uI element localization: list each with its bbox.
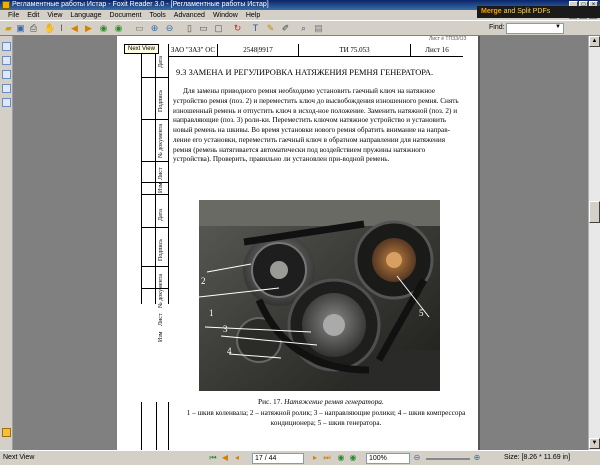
open-folder-icon[interactable]: ▰ — [3, 23, 14, 34]
body-paragraph: Для замены приводного ремня необходимо у… — [173, 87, 459, 164]
stamp-labels: Дата Подпись № документа Лист Изм Дата П… — [141, 44, 169, 342]
status-forward-icon[interactable]: ◉ — [348, 453, 358, 463]
attachments-tab-icon[interactable] — [2, 84, 11, 93]
menu-file[interactable]: File — [4, 12, 23, 19]
last-page-icon[interactable]: ⏭ — [322, 453, 332, 463]
zoom-select[interactable]: 100% — [366, 453, 410, 464]
typewriter-icon[interactable]: T — [250, 23, 261, 34]
comments-tab-icon[interactable] — [2, 98, 11, 107]
hand-tool-icon[interactable]: ✋ — [44, 23, 55, 34]
menu-document[interactable]: Document — [106, 12, 146, 19]
layers-tab-icon[interactable] — [2, 70, 11, 79]
status-next-page-icon[interactable]: ▸ — [310, 453, 320, 463]
photo-label-1: 1 — [209, 308, 214, 318]
print-icon[interactable]: ⎙ — [28, 23, 39, 34]
bookmarks-tab-icon[interactable] — [2, 42, 11, 51]
status-prev-page-icon[interactable]: ◀ — [220, 453, 230, 463]
status-back-icon[interactable]: ◉ — [336, 453, 346, 463]
search-icon[interactable]: ⌕ — [298, 23, 309, 34]
previous-page-icon[interactable]: ◀ — [69, 23, 80, 34]
page-corner-note: Лист ё ТПЗЗ/ОЗ — [429, 36, 467, 42]
vertical-scrollbar[interactable]: ▲ ▼ — [588, 36, 600, 450]
scroll-thumb[interactable] — [589, 201, 600, 223]
zoom-in-status-icon[interactable]: ⊕ — [472, 453, 482, 463]
save-icon[interactable]: ▣ — [15, 23, 26, 34]
find-dropdown-icon[interactable]: ▼ — [555, 24, 561, 30]
menu-help[interactable]: Help — [242, 12, 264, 19]
find-label: Find: — [489, 24, 505, 31]
zoom-in-icon[interactable]: ⊕ — [149, 23, 160, 34]
first-page-icon[interactable]: ⏮ — [208, 453, 218, 463]
pencil-icon[interactable]: ✐ — [280, 23, 291, 34]
actual-size-icon[interactable]: ▢ — [213, 23, 224, 34]
fit-width-icon[interactable]: ▭ — [198, 23, 209, 34]
section-body: Для замены приводного ремня необходимо у… — [173, 87, 461, 165]
stamp-label-sheet-2: Лист — [158, 313, 164, 326]
stamp-label-date-2: Дата — [158, 209, 164, 221]
page-size-text: Size: [8.26 * 11.69 in] — [504, 454, 571, 461]
engine-belt-illustration — [199, 200, 440, 391]
zoom-out-icon[interactable]: ⊖ — [164, 23, 175, 34]
scroll-down-arrow-icon[interactable]: ▼ — [589, 438, 600, 449]
note-icon[interactable]: ✎ — [265, 23, 276, 34]
snapshot-icon[interactable]: ▭ — [134, 23, 145, 34]
figure-photo: 2 1 3 4 5 — [199, 200, 440, 391]
status-text: Next View — [3, 454, 35, 461]
caption-prefix: Рис. 17. — [258, 397, 285, 406]
stamp-label-rev-2: Изм — [158, 331, 164, 342]
header-ti: ТИ 75.053 — [298, 44, 410, 57]
menu-tools[interactable]: Tools — [145, 12, 169, 19]
foxit-reader-window: Регламентные работы Истар - Foxit Reader… — [0, 0, 600, 465]
photo-label-3: 3 — [223, 324, 228, 334]
status-bar: Next View ⏮ ◀ ◂ 17 / 44 ▸ ⏭ ◉ ◉ 100% ⊖ ⊕… — [0, 450, 600, 465]
app-icon — [2, 1, 10, 9]
stamp-label-signature-1: Подпись — [158, 89, 164, 112]
zoom-out-status-icon[interactable]: ⊖ — [412, 453, 422, 463]
section-title: 9.3 ЗАМЕНА И РЕГУЛИРОВКА НАТЯЖЕНИЯ РЕМНЯ… — [176, 68, 434, 77]
menu-window[interactable]: Window — [209, 12, 242, 19]
header-code: 2548|9917 — [217, 44, 298, 57]
menu-view[interactable]: View — [43, 12, 66, 19]
menu-language[interactable]: Language — [66, 12, 105, 19]
figure-caption-title: Рис. 17. Натяжение ремня генератора. — [258, 397, 384, 406]
toolbar: ▰ ▣ ⎙ ✋ I ◀ ▶ ◉ ◉ ▭ ⊕ ⊖ ▯ ▭ ▢ ↻ T ✎ ✐ ⌕ … — [0, 20, 600, 36]
page-header-row: ЗАО "ЗАЗ" ОС 2548|9917 ТИ 75.053 Лист 16 — [169, 44, 463, 57]
left-navigation-panel — [0, 36, 13, 450]
next-view-tooltip: Next View — [124, 44, 159, 54]
fit-page-icon[interactable]: ▯ — [184, 23, 195, 34]
zoom-slider[interactable] — [426, 458, 470, 460]
banner-part2: and Split PDFs — [503, 8, 551, 15]
bookmark-icon[interactable]: ▤ — [313, 23, 324, 34]
stamp-label-docnum-2: № документа — [158, 273, 164, 308]
stamp-column-bottom — [141, 402, 169, 450]
stamp-label-sheet-1: Лист — [158, 167, 164, 180]
rotate-icon[interactable]: ↻ — [232, 23, 243, 34]
status-prev-icon[interactable]: ◂ — [232, 453, 242, 463]
photo-label-5: 5 — [419, 308, 424, 318]
figure-caption-legend: 1 – шкив коленвала; 2 – натяжной ролик; … — [186, 409, 466, 427]
menu-advanced[interactable]: Advanced — [170, 12, 209, 19]
next-page-icon[interactable]: ▶ — [83, 23, 94, 34]
stamp-label-rev-1: Изм — [158, 182, 164, 193]
banner-part1: Merge — [481, 8, 502, 15]
photo-label-2: 2 — [201, 276, 206, 286]
header-sheet: Лист 16 — [410, 44, 463, 57]
caption-title: Натяжение ремня генератора. — [284, 397, 384, 406]
help-tab-icon[interactable] — [2, 428, 11, 437]
page-number-input[interactable]: 17 / 44 — [252, 453, 304, 464]
stamp-label-date-1: Дата — [158, 56, 164, 68]
menu-edit[interactable]: Edit — [23, 12, 43, 19]
pages-tab-icon[interactable] — [2, 56, 11, 65]
scroll-up-arrow-icon[interactable]: ▲ — [589, 36, 600, 47]
header-company: ЗАО "ЗАЗ" ОС — [170, 46, 216, 54]
previous-view-icon[interactable]: ◉ — [98, 23, 109, 34]
photo-label-4: 4 — [227, 346, 232, 356]
merge-split-banner[interactable]: Merge and Split PDFs — [477, 6, 600, 18]
stamp-label-signature-2: Подпись — [158, 238, 164, 261]
next-view-icon[interactable]: ◉ — [113, 23, 124, 34]
stamp-label-docnum-1: № документа — [158, 123, 164, 158]
select-text-icon[interactable]: I — [56, 23, 67, 34]
window-title: Регламентные работы Истар - Foxit Reader… — [12, 1, 269, 8]
